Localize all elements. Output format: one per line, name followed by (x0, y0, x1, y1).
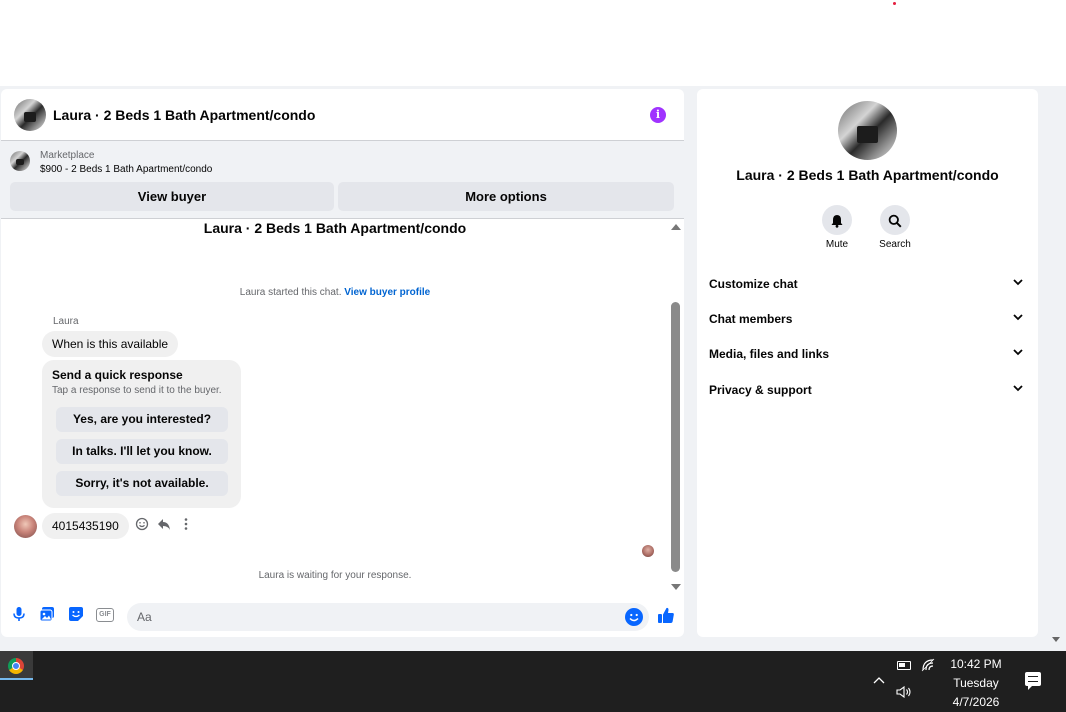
search-button[interactable] (880, 205, 910, 235)
quick-response-card: Send a quick response Tap a response to … (42, 360, 241, 508)
quick-response-title: Send a quick response (52, 368, 183, 382)
search-icon (888, 212, 902, 228)
scroll-thumb[interactable] (671, 302, 680, 572)
search-label: Search (879, 239, 911, 250)
chevron-down-icon (1011, 308, 1025, 330)
seen-indicator-avatar (642, 545, 654, 557)
marketplace-label: Marketplace (40, 150, 95, 161)
section-label: Media, files and links (709, 347, 830, 361)
messenger-workspace: Laura · 2 Beds 1 Bath Apartment/condo i … (0, 86, 1066, 651)
quick-response-subtitle: Tap a response to send it to the buyer. (52, 385, 222, 396)
sender-avatar[interactable] (14, 515, 37, 538)
chevron-down-icon (1011, 343, 1025, 365)
scroll-up-arrow[interactable] (671, 224, 681, 230)
message-scrollbar[interactable] (670, 222, 682, 590)
message-list: Laura · 2 Beds 1 Bath Apartment/condo La… (1, 220, 684, 590)
system-clock[interactable]: 10:42 PM Tuesday 4/7/2026 (940, 655, 1012, 712)
message-input[interactable] (127, 603, 649, 631)
view-buyer-profile-link[interactable]: View buyer profile (344, 287, 430, 298)
conversation-avatar[interactable] (838, 101, 897, 160)
sender-name: Laura (53, 316, 79, 327)
chat-header-title[interactable]: Laura · 2 Beds 1 Bath Apartment/condo (53, 107, 315, 123)
battery-icon[interactable] (897, 661, 911, 670)
quick-response-button[interactable]: In talks. I'll let you know. (56, 439, 228, 464)
clock-date: 4/7/2026 (952, 695, 1000, 709)
customize-chat-section[interactable]: Customize chat (709, 273, 1027, 295)
conversation-info-panel: Laura · 2 Beds 1 Bath Apartment/condo Mu… (697, 89, 1038, 637)
emoji-icon[interactable] (625, 608, 643, 626)
chat-started-notice: Laura started this chat. View buyer prof… (1, 287, 669, 298)
section-label: Customize chat (709, 277, 798, 291)
section-label: Chat members (709, 312, 793, 326)
chat-members-section[interactable]: Chat members (709, 308, 1027, 330)
listing-description: $900 - 2 Beds 1 Bath Apartment/condo (40, 164, 213, 175)
clock-day: Tuesday (953, 676, 999, 690)
more-options-button[interactable]: More options (338, 182, 674, 211)
clock-time: 10:42 PM (950, 657, 1002, 671)
message-bubble[interactable]: 4015435190 (42, 513, 129, 539)
chevron-up-icon[interactable] (873, 673, 885, 687)
wifi-icon[interactable] (921, 658, 935, 675)
bell-icon (830, 212, 844, 228)
waiting-notice: Laura is waiting for your response. (258, 570, 412, 581)
gif-icon[interactable]: GIF (96, 608, 114, 622)
media-files-links-section[interactable]: Media, files and links (709, 343, 1027, 365)
more-icon[interactable] (178, 517, 194, 533)
info-panel-title: Laura · 2 Beds 1 Bath Apartment/condo (736, 167, 999, 183)
chevron-down-icon (1011, 273, 1025, 295)
started-text: Laura started this chat. (239, 287, 342, 298)
browser-top-area (0, 0, 1066, 86)
notification-icon[interactable] (1025, 672, 1041, 690)
sticker-icon[interactable] (67, 606, 85, 624)
mute-label: Mute (825, 239, 849, 250)
message-bubble[interactable]: When is this available (42, 331, 179, 357)
listing-avatar[interactable] (14, 98, 46, 131)
conversation-title: Laura · 2 Beds 1 Bath Apartment/condo (203, 220, 467, 236)
chevron-down-icon (1011, 379, 1025, 401)
scroll-down-arrow[interactable] (671, 584, 681, 590)
marketplace-banner: Marketplace $900 - 2 Beds 1 Bath Apartme… (1, 141, 684, 219)
listing-thumbnail (10, 151, 30, 171)
chrome-icon (8, 658, 24, 674)
like-icon[interactable] (656, 606, 676, 626)
photo-icon[interactable] (38, 606, 56, 624)
windows-taskbar: 10:42 PM Tuesday 4/7/2026 (0, 651, 1066, 712)
page-scroll-down-arrow[interactable] (1052, 637, 1060, 642)
quick-response-button[interactable]: Sorry, it's not available. (56, 471, 228, 496)
section-label: Privacy & support (709, 383, 812, 397)
info-icon[interactable]: i (650, 107, 666, 123)
chat-panel: Laura · 2 Beds 1 Bath Apartment/condo i … (1, 89, 684, 637)
message-composer: GIF (1, 597, 684, 637)
view-buyer-button[interactable]: View buyer (10, 182, 334, 211)
privacy-support-section[interactable]: Privacy & support (709, 379, 1027, 401)
chrome-taskbar-button[interactable] (0, 651, 33, 680)
react-icon[interactable] (134, 517, 150, 533)
mic-icon[interactable] (10, 606, 28, 624)
reply-icon[interactable] (156, 517, 172, 533)
chat-header: Laura · 2 Beds 1 Bath Apartment/condo i (1, 89, 684, 141)
volume-icon[interactable] (896, 685, 912, 701)
quick-response-button[interactable]: Yes, are you interested? (56, 407, 228, 432)
notification-dot (893, 2, 896, 5)
mute-button[interactable] (822, 205, 852, 235)
